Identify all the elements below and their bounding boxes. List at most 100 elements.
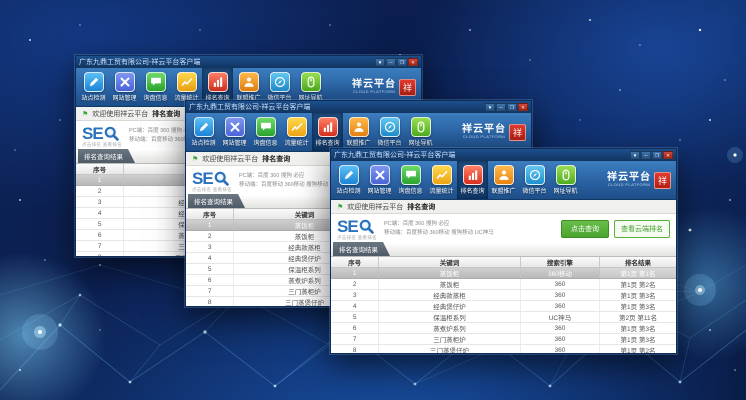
- toolbar-item-label: 网站管理: [112, 93, 136, 102]
- promotion-icon: [239, 72, 259, 92]
- table-row[interactable]: 2蒸饭柜360第1页 第2名: [331, 279, 676, 290]
- table-row[interactable]: 3经典款蒸柜360第1页 第3名: [331, 290, 676, 301]
- toolbar-item-inquiry-message[interactable]: 询盘信息: [395, 161, 426, 199]
- toolbar-item-site-manage[interactable]: 网站管理: [109, 68, 140, 106]
- inquiry-message-icon: [256, 117, 276, 137]
- cell-keyword: 三门蒸柜炉: [379, 334, 520, 344]
- cell-no: 5: [76, 219, 124, 229]
- app-window-front: 广东九鼎工贸有限公司-祥云平台客户端 ▼─❐✕ 站点检测网站管理询盘信息流量统计…: [330, 148, 677, 354]
- engine-list: PC端：百度 360 搜狗 必应 移动端：百度移动 360移动 搜狗移动 UC神…: [384, 220, 494, 238]
- brand-badge: 祥: [399, 79, 416, 96]
- flag-icon: ⚑: [337, 203, 343, 211]
- minimize-button[interactable]: ─: [386, 58, 396, 66]
- results-tab[interactable]: 排名查询结果: [78, 149, 135, 163]
- table-row[interactable]: 8三门蒸煲仔炉360第1页 第2名: [331, 345, 676, 353]
- cell-no: 8: [331, 345, 379, 353]
- maximize-button[interactable]: ❐: [507, 103, 517, 111]
- cell-no: 6: [331, 323, 379, 333]
- view-cloud-rank-button[interactable]: 查看云端排名: [614, 220, 670, 238]
- page-title: 排名查询: [407, 202, 435, 212]
- cell-no: 3: [186, 242, 234, 252]
- cell-engine: 360: [521, 334, 600, 344]
- toolbar-item-inquiry-message[interactable]: 询盘信息: [250, 113, 281, 151]
- seo-logo-text: SE: [337, 218, 358, 235]
- seo-logo: SE 点击排名 查看排名: [192, 170, 232, 193]
- toolbar-item-label: 询盘信息: [398, 186, 422, 195]
- cell-rank: 第1页 第2名: [600, 279, 676, 289]
- brand-logo: 祥云平台 CLOUD PLATFORM 祥: [607, 161, 674, 199]
- toolbar-item-rank-query[interactable]: 排名查询: [457, 161, 488, 199]
- title-bar[interactable]: 广东九鼎工贸有限公司-祥云平台客户端 ▼─❐✕: [76, 56, 421, 68]
- cell-no: 6: [76, 230, 124, 240]
- maximize-button[interactable]: ❐: [397, 58, 407, 66]
- title-bar[interactable]: 广东九鼎工贸有限公司-祥云平台客户端 ▼─❐✕: [186, 101, 531, 113]
- results-tab[interactable]: 排名查询结果: [188, 194, 245, 208]
- toolbar-item-site-manage[interactable]: 网站管理: [364, 161, 395, 199]
- toolbar-item-label: 联盟推广: [346, 138, 370, 147]
- toolbar-item-site-nav[interactable]: 网址导航: [550, 161, 581, 199]
- skin-button[interactable]: ▼: [375, 58, 385, 66]
- results-tab[interactable]: 排名查询结果: [333, 242, 390, 256]
- traffic-stats-icon: [432, 165, 452, 185]
- site-manage-icon: [370, 165, 390, 185]
- site-manage-icon: [225, 117, 245, 137]
- toolbar-item-site-check[interactable]: 站点检测: [78, 68, 109, 106]
- toolbar-item-inquiry-message[interactable]: 询盘信息: [140, 68, 171, 106]
- window-controls: ▼─❐✕: [629, 151, 673, 159]
- cell-no: 1: [186, 220, 234, 230]
- cell-no: 4: [331, 301, 379, 311]
- skin-button[interactable]: ▼: [630, 151, 640, 159]
- title-bar[interactable]: 广东九鼎工贸有限公司-祥云平台客户端 ▼─❐✕: [331, 149, 676, 161]
- toolbar-item-wechat-platform[interactable]: 微信平台: [374, 113, 405, 151]
- query-button[interactable]: 点击查询: [561, 220, 609, 238]
- site-nav-icon: [556, 165, 576, 185]
- toolbar-item-promotion[interactable]: 联盟推广: [488, 161, 519, 199]
- toolbar-item-promotion[interactable]: 联盟推广: [343, 113, 374, 151]
- cell-no: 7: [331, 334, 379, 344]
- site-manage-icon: [115, 72, 135, 92]
- window-title: 广东九鼎工贸有限公司-祥云平台客户端: [334, 150, 629, 160]
- toolbar-item-traffic-stats[interactable]: 流量统计: [281, 113, 312, 151]
- seo-tagline: 点击排名 查看排名: [192, 188, 232, 193]
- cell-no: 7: [186, 286, 234, 296]
- close-button[interactable]: ✕: [663, 151, 673, 159]
- toolbar-item-rank-query[interactable]: 排名查询: [312, 113, 343, 151]
- window-title: 广东九鼎工贸有限公司-祥云平台客户端: [189, 102, 484, 112]
- toolbar-item-label: 站点检测: [81, 93, 105, 102]
- toolbar-item-site-check[interactable]: 站点检测: [188, 113, 219, 151]
- table-row[interactable]: 5保温柜系列UC神马第2页 第11名: [331, 312, 676, 323]
- cell-no: 1: [76, 175, 124, 185]
- cell-rank: 第1页 第2名: [600, 345, 676, 353]
- toolbar-item-wechat-platform[interactable]: 微信平台: [519, 161, 550, 199]
- traffic-stats-icon: [287, 117, 307, 137]
- cell-rank: 第1页 第3名: [600, 334, 676, 344]
- table-row[interactable]: 1蒸饭柜360移动第1页 第1名: [331, 268, 676, 279]
- cell-no: 2: [186, 231, 234, 241]
- breadcrumb: ⚑ 欢迎使用祥云平台 排名查询: [331, 200, 676, 214]
- toolbar-item-traffic-stats[interactable]: 流量统计: [426, 161, 457, 199]
- cell-no: 3: [331, 290, 379, 300]
- table-row[interactable]: 4经典煲仔炉360第1页 第3名: [331, 301, 676, 312]
- table-body: 1蒸饭柜360移动第1页 第1名2蒸饭柜360第1页 第2名3经典款蒸柜360第…: [331, 268, 676, 353]
- toolbar-item-label: 排名查询: [460, 186, 484, 195]
- close-button[interactable]: ✕: [408, 58, 418, 66]
- table-row[interactable]: 7三门蒸柜炉360第1页 第3名: [331, 334, 676, 345]
- main-toolbar: 站点检测网站管理询盘信息流量统计排名查询联盟推广微信平台网址导航 祥云平台 CL…: [331, 161, 676, 200]
- brand-badge: 祥: [654, 172, 671, 189]
- minimize-button[interactable]: ─: [641, 151, 651, 159]
- toolbar-item-site-nav[interactable]: 网址导航: [405, 113, 436, 151]
- welcome-text: 欢迎使用祥云平台: [92, 109, 148, 119]
- table-row[interactable]: 6蒸煮炉系列360第1页 第3名: [331, 323, 676, 334]
- toolbar-item-site-manage[interactable]: 网站管理: [219, 113, 250, 151]
- wechat-platform-icon: [270, 72, 290, 92]
- seo-logo: SE 点击排名 查看排名: [337, 218, 377, 241]
- maximize-button[interactable]: ❐: [652, 151, 662, 159]
- toolbar-item-site-check[interactable]: 站点检测: [333, 161, 364, 199]
- minimize-button[interactable]: ─: [496, 103, 506, 111]
- promotion-icon: [494, 165, 514, 185]
- page-title: 排名查询: [152, 109, 180, 119]
- skin-button[interactable]: ▼: [485, 103, 495, 111]
- close-button[interactable]: ✕: [518, 103, 528, 111]
- toolbar-item-label: 微信平台: [522, 186, 546, 195]
- traffic-stats-icon: [177, 72, 197, 92]
